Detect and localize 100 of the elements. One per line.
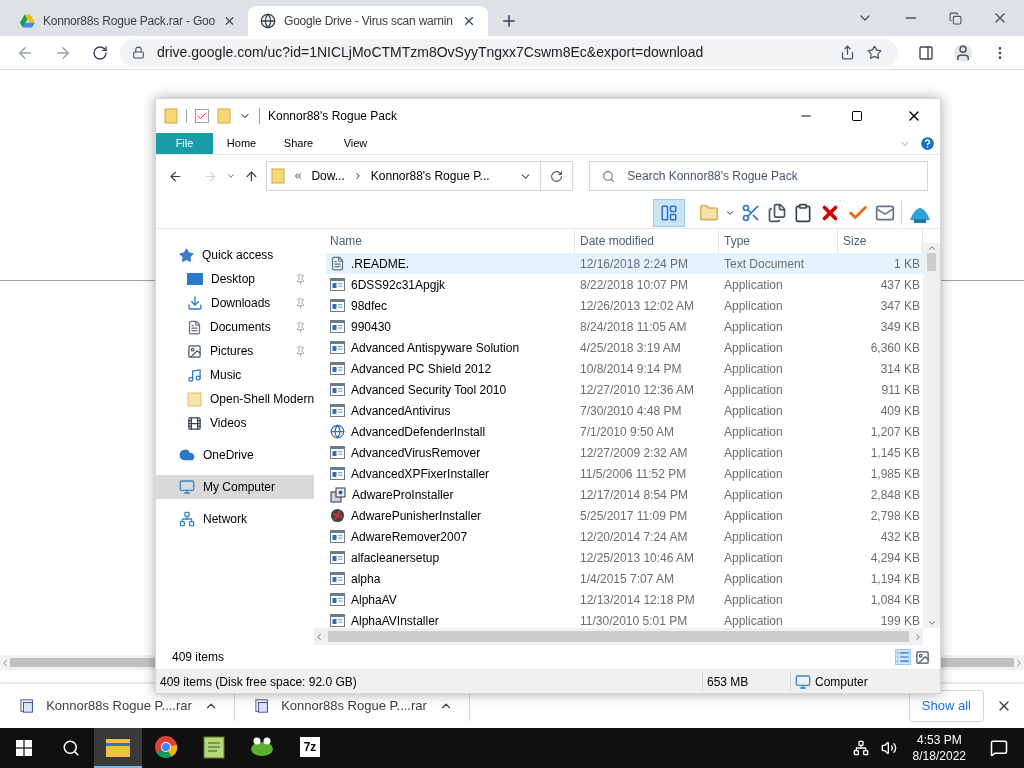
file-row[interactable]: alpha 1/4/2015 7:07 AM Application 1,194 KB — [326, 568, 923, 589]
document-icon — [330, 256, 345, 271]
file-date: 12/17/2014 8:54 PM — [579, 486, 690, 504]
copy-icon[interactable] — [767, 202, 787, 223]
paste-icon[interactable] — [793, 202, 813, 223]
thumbnails-view-icon[interactable] — [915, 649, 930, 665]
reload-icon[interactable] — [92, 44, 108, 61]
refresh-icon[interactable] — [550, 169, 564, 183]
sidebar-item[interactable]: Videos — [156, 411, 314, 435]
scroll-thumb[interactable] — [927, 253, 936, 271]
sidebar-item[interactable]: Documents — [156, 315, 314, 339]
vertical-scrollbar[interactable] — [923, 243, 940, 628]
browser-tab[interactable]: Google Drive - Virus scan warnin — [248, 6, 488, 36]
sidebar-item[interactable]: My Computer — [156, 475, 314, 499]
file-name: AdwareProInstaller — [352, 486, 454, 504]
notifications-icon[interactable] — [990, 739, 1008, 757]
file-row[interactable]: Advanced Security Tool 2010 12/27/2010 12:36 AM Application 911 KB — [326, 379, 923, 400]
address-bar[interactable]: drive.google.com/uc?id=1NICLjMoCTMTzm8OvSyyTngxx7Cswm8Ec&export=download — [120, 38, 898, 67]
file-name: alfacleanersetup — [351, 549, 440, 567]
file-row[interactable]: Advanced Antispyware Solution 4/25/2018 3:19 AM Application 6,360 KB — [326, 337, 923, 358]
archive-file-icon — [255, 698, 270, 714]
file-date: 5/25/2017 11:09 PM — [579, 507, 689, 525]
file-row[interactable]: AlphaAV 12/13/2014 12:18 PM Application 1,084 KB — [326, 589, 923, 610]
recent-icon[interactable] — [225, 171, 236, 181]
file-row[interactable]: Advanced PC Shield 2012 10/8/2014 9:14 PM Application 314 KB — [326, 358, 923, 379]
scrollbar-segment[interactable] — [941, 655, 1024, 670]
scroll-down-icon[interactable] — [926, 618, 937, 628]
clock-date: 8/18/2022 — [912, 748, 966, 764]
cut-icon[interactable] — [741, 202, 761, 223]
windows-icon[interactable] — [16, 740, 32, 756]
bookmark-icon[interactable] — [867, 45, 882, 60]
search-icon[interactable] — [62, 739, 80, 757]
ribbon-tab[interactable]: Share — [270, 133, 327, 154]
file-row[interactable]: AdvancedAntivirus 7/30/2010 4:48 PM Application 409 KB — [326, 400, 923, 421]
file-row[interactable]: AlphaAVInstaller 11/30/2010 5:01 PM Application 199 KB — [326, 610, 923, 628]
scroll-left-icon[interactable] — [314, 631, 324, 642]
file-row[interactable]: AdwareRemover2007 12/20/2014 7:24 AM Application 432 KB — [326, 526, 923, 547]
file-row[interactable]: AdwareProInstaller 12/17/2014 8:54 PM Application 2,848 KB — [326, 484, 923, 505]
file-size: 347 KB — [879, 297, 921, 315]
side-panel-icon[interactable] — [918, 44, 934, 61]
file-row[interactable]: alfacleanersetup 12/25/2013 10:46 AM Application 4,294 KB — [326, 547, 923, 568]
profile-icon[interactable] — [954, 43, 972, 62]
file-row[interactable]: 98dfec 12/26/2013 12:02 AM Application 347 KB — [326, 295, 923, 316]
help-icon[interactable] — [919, 135, 936, 152]
properties-icon[interactable] — [195, 109, 209, 123]
share-icon[interactable] — [840, 45, 855, 60]
sidebar-item[interactable]: Network — [156, 507, 314, 531]
file-row[interactable]: 6DSS92c31Apgjk 8/22/2018 10:07 PM Application 437 KB — [326, 274, 923, 295]
sidebar-item[interactable]: Quick access — [156, 243, 314, 267]
sidebar-item[interactable]: Music — [156, 363, 314, 387]
up-icon[interactable] — [243, 168, 259, 184]
scroll-right-icon[interactable] — [913, 631, 923, 642]
music-note-icon — [187, 367, 202, 383]
file-name: AdwarePunisherInstaller — [351, 507, 482, 525]
file-row[interactable]: AdvancedXPFixerInstaller 11/5/2006 11:52 PM Application 1,985 KB — [326, 463, 923, 484]
taskbar-app[interactable] — [94, 728, 142, 768]
sidebar-item[interactable]: OneDrive — [156, 443, 314, 467]
ribbon-tab[interactable]: Home — [213, 133, 270, 154]
maximize-icon[interactable] — [851, 110, 863, 122]
horizontal-scrollbar[interactable] — [314, 628, 923, 645]
ribbon-tab[interactable]: View — [327, 133, 384, 154]
file-row[interactable]: AdvancedVirusRemover 12/27/2009 2:32 AM Application 1,145 KB — [326, 442, 923, 463]
archive-app-icon[interactable]: 7z — [299, 737, 321, 757]
back-icon[interactable] — [168, 168, 183, 184]
file-row[interactable]: AdvancedDefenderInstall 7/1/2010 9:50 AM Application 1,207 KB — [326, 421, 923, 442]
file-size: 199 KB — [879, 612, 921, 628]
network-icon[interactable] — [852, 740, 869, 756]
double-chevron-icon[interactable] — [293, 171, 304, 181]
file-type: Application — [723, 507, 784, 525]
sidebar-item[interactable]: Pictures — [156, 339, 314, 363]
file-date: 11/5/2006 11:52 PM — [579, 465, 688, 483]
scrollbar-segment[interactable] — [0, 655, 155, 670]
sidebar-item[interactable]: Downloads — [156, 291, 314, 315]
file-name: AdwareRemover2007 — [351, 528, 468, 546]
file-type: Application — [723, 444, 784, 462]
browser-tab[interactable]: Konnor88s Rogue Pack.rar - Goo — [8, 6, 248, 36]
breadcrumb-item[interactable]: Dow... — [311, 167, 345, 185]
sidebar-item[interactable]: Open-Shell Modern — [156, 387, 314, 411]
file-size: 1,145 KB — [869, 444, 921, 462]
file-size: 432 KB — [879, 528, 921, 546]
close-icon[interactable] — [462, 14, 476, 28]
scroll-thumb[interactable] — [10, 658, 155, 667]
new-tab-icon[interactable] — [500, 12, 518, 30]
breadcrumb-item[interactable]: Konnor88's Rogue P... — [370, 167, 512, 185]
scroll-thumb[interactable] — [941, 658, 1014, 667]
file-row[interactable]: 990430 8/24/2018 11:05 AM Application 349 KB — [326, 316, 923, 337]
restore-icon[interactable] — [949, 11, 962, 25]
sidebar-item[interactable]: Desktop — [156, 267, 314, 291]
frog-icon — [249, 736, 275, 758]
search-box[interactable]: Search Konnor88's Rogue Pack — [589, 161, 928, 191]
drive-icon — [20, 14, 35, 28]
volume-icon[interactable] — [880, 740, 897, 756]
preview-pane-button[interactable] — [653, 198, 685, 227]
scroll-thumb[interactable] — [328, 631, 909, 642]
search-field[interactable]: Search Konnor88's Rogue Pack — [627, 162, 927, 190]
scroll-up-icon[interactable] — [926, 243, 937, 253]
address-field[interactable]: Dow... Konnor88's Rogue P... — [266, 161, 574, 191]
file-row[interactable]: .README. 12/16/2018 2:24 PM Text Document 1 KB — [326, 253, 923, 274]
taskbar-app[interactable]: 7z — [286, 728, 334, 768]
file-row[interactable]: AdwarePunisherInstaller 5/25/2017 11:09 PM Application 2,798 KB — [326, 505, 923, 526]
